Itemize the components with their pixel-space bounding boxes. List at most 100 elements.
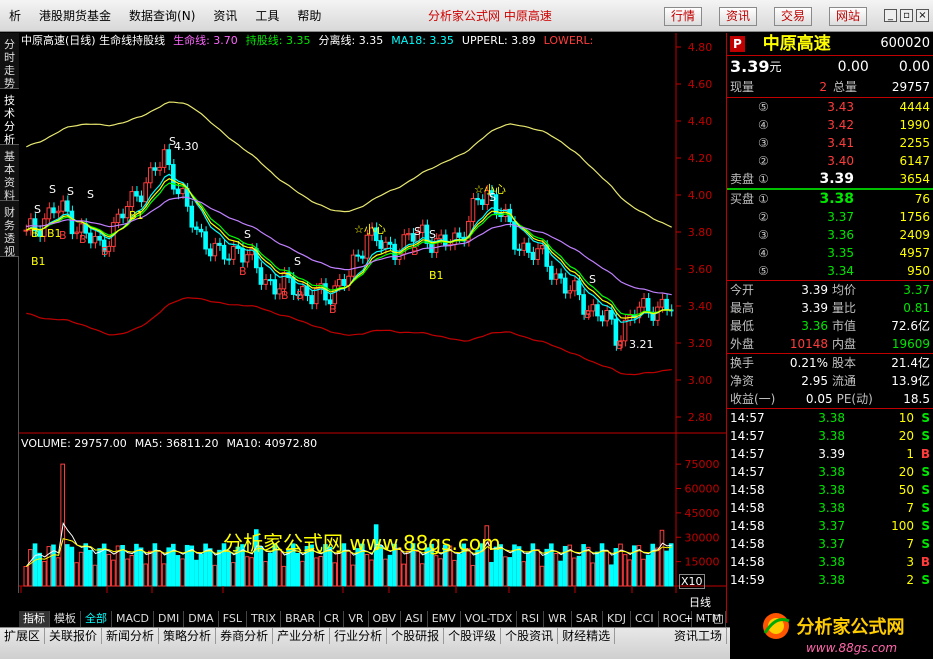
menu-item-analysis[interactable]: 析 <box>0 0 30 32</box>
volume-bar <box>217 549 222 587</box>
vol-label: 60000 <box>685 483 720 496</box>
zoom-out-icon[interactable]: - <box>701 611 705 627</box>
price-label: 3.20 <box>688 337 713 350</box>
candle-body <box>258 267 264 285</box>
candle-body <box>240 247 245 263</box>
indicator-tab-obv[interactable]: OBV <box>369 611 401 627</box>
restore-icon[interactable]: ▫ <box>900 9 913 22</box>
volume-bar <box>244 556 250 587</box>
time-label: 5 <box>511 592 518 593</box>
menu-item-tools[interactable]: 工具 <box>246 0 288 32</box>
sell-volume: 2255 <box>899 136 930 150</box>
sell-signal: S <box>429 228 436 241</box>
candle-body <box>539 245 545 250</box>
news-button[interactable]: 资讯 <box>719 7 758 26</box>
candle-body <box>336 279 342 287</box>
stat-value: 3.37 <box>903 283 930 297</box>
candle-body <box>558 273 563 279</box>
tab-intraday[interactable]: 分时走势 <box>0 33 19 90</box>
tick-side: S <box>921 537 930 551</box>
status-tab-9[interactable]: 个股资讯 <box>501 628 559 644</box>
tick-volume: 1 <box>906 447 914 461</box>
status-tab-5[interactable]: 产业分析 <box>273 628 331 644</box>
indicator-tab-fsl[interactable]: FSL <box>219 611 247 627</box>
indicator-tab-dma[interactable]: DMA <box>184 611 219 627</box>
volume-bar <box>32 543 38 587</box>
indicator-tab-指标[interactable]: 指标 <box>19 611 50 627</box>
tick-time: 14:58 <box>730 519 765 533</box>
price-chart[interactable]: 4.303.21☆小心☆小心SS S SSSSS SSSB1 B1B1B1B1B BBBB… <box>19 33 726 593</box>
indicator-tab-vr[interactable]: VR <box>344 611 369 627</box>
indicator-tab-wr[interactable]: WR <box>544 611 572 627</box>
candle-body <box>64 200 70 212</box>
upper-band <box>26 101 672 228</box>
volume-bar <box>641 558 646 587</box>
indicator-tab-brar[interactable]: BRAR <box>281 611 321 627</box>
sell-price: 3.40 <box>827 154 854 168</box>
menu-item-hk-futures[interactable]: 港股期货基金 <box>30 0 120 32</box>
zoom-in-icon[interactable]: + <box>684 611 693 627</box>
buy-row: ② 3.37 1756 <box>727 208 933 226</box>
vol-label: 15000 <box>685 556 720 569</box>
indicator-tab-asi[interactable]: ASI <box>401 611 428 627</box>
status-tab-2[interactable]: 新闻分析 <box>102 628 160 644</box>
indicator-tab-dmi[interactable]: DMI <box>154 611 185 627</box>
warn-label: ☆小心 <box>354 223 386 236</box>
indicator-tab-emv[interactable]: EMV <box>428 611 461 627</box>
indicator-tab-sar[interactable]: SAR <box>572 611 604 627</box>
tick-volume: 50 <box>898 483 914 497</box>
candle-body <box>360 255 365 259</box>
buy-signal: B1 <box>31 227 46 240</box>
status-tab-1[interactable]: 关联报价 <box>45 628 103 644</box>
status-tab-7[interactable]: 个股研报 <box>387 628 445 644</box>
fin-value: 13.9亿 <box>891 374 930 388</box>
status-tab-11[interactable]: 资讯工场 <box>670 628 727 644</box>
status-tab-4[interactable]: 券商分析 <box>216 628 274 644</box>
menu-item-help[interactable]: 帮助 <box>288 0 330 32</box>
indicator-tab-模板[interactable]: 模板 <box>50 611 81 627</box>
x10-label[interactable]: X10 <box>679 574 705 589</box>
period-label[interactable]: 日线 <box>689 594 711 610</box>
fin-row: 换手 0.21% 股本 21.4亿 <box>727 354 933 372</box>
more-icon[interactable]: □ <box>713 611 723 627</box>
tab-technical[interactable]: 技术分析 <box>0 89 19 146</box>
website-button[interactable]: 网站 <box>829 7 868 26</box>
menu-item-news[interactable]: 资讯 <box>204 0 246 32</box>
menu-item-data-query[interactable]: 数据查询(N) <box>120 0 204 32</box>
quote-button[interactable]: 行情 <box>664 7 703 26</box>
status-tab-10[interactable]: 财经精选 <box>558 628 616 644</box>
tick-price: 3.38 <box>818 573 845 587</box>
fin-value: 18.5 <box>903 392 930 406</box>
indicator-tab-trix[interactable]: TRIX <box>247 611 282 627</box>
minimize-icon[interactable]: _ <box>884 9 897 22</box>
sell-signal: S <box>294 255 301 268</box>
tick-volume: 2 <box>906 573 914 587</box>
tick-time: 14:57 <box>730 429 765 443</box>
tab-financial[interactable]: 财务透视 <box>0 201 19 258</box>
trade-button[interactable]: 交易 <box>774 7 813 26</box>
fin-value: 21.4亿 <box>891 356 930 370</box>
ma10-value: MA10: 40972.80 <box>226 437 318 450</box>
status-tab-0[interactable]: 扩展区 <box>0 628 46 644</box>
sell-signal: S <box>169 135 176 148</box>
candle-body <box>387 241 393 245</box>
indicator-tab-cr[interactable]: CR <box>320 611 345 627</box>
indicator-tab-vol-tdx[interactable]: VOL-TDX <box>461 611 518 627</box>
buy-signal: B1 <box>429 269 444 282</box>
tab-basic-info[interactable]: 基本资料 <box>0 145 19 202</box>
chart-area[interactable]: 中原高速(日线) 生命线持股线 生命线: 3.70 持股线: 3.35 分离线: 3.… <box>19 33 726 609</box>
indicator-tab-macd[interactable]: MACD <box>112 611 154 627</box>
status-tab-3[interactable]: 策略分析 <box>159 628 217 644</box>
close-icon[interactable]: × <box>916 9 929 22</box>
candle-body <box>115 213 121 224</box>
indicator-tab-全部[interactable]: 全部 <box>81 611 112 627</box>
indicator-tab-kdj[interactable]: KDJ <box>603 611 631 627</box>
tick-price: 3.39 <box>818 447 845 461</box>
indicator-tab-cci[interactable]: CCI <box>631 611 659 627</box>
indicator-tab-rsi[interactable]: RSI <box>517 611 545 627</box>
candle-body <box>456 232 462 238</box>
status-tab-8[interactable]: 个股评级 <box>444 628 502 644</box>
price-label: 4.80 <box>688 41 713 54</box>
tick-list[interactable]: 14:57 3.38 10 S 14:57 3.38 20 S 14:57 3.39 1 B 14:57… <box>727 408 933 589</box>
status-tab-6[interactable]: 行业分析 <box>330 628 388 644</box>
